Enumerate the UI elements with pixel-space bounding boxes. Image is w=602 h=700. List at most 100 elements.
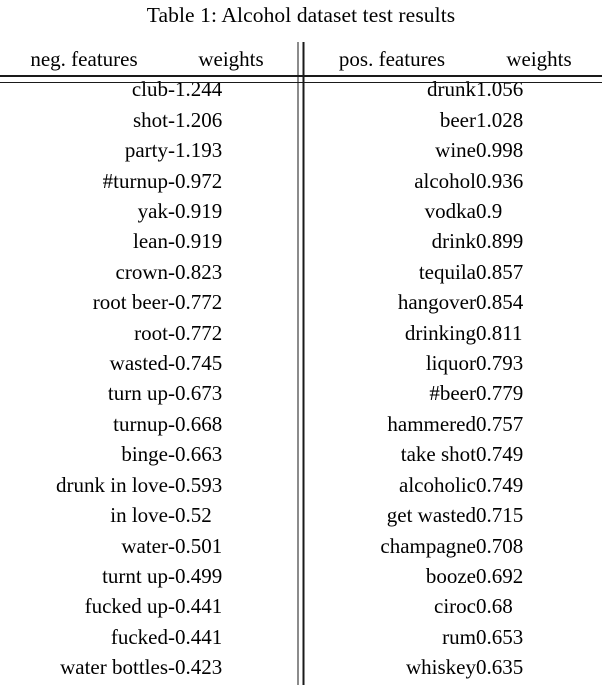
cell-pos-weight: 0.998 bbox=[476, 138, 524, 163]
cell-column-separator bbox=[294, 194, 308, 229]
cell-neg-feature: water bottles bbox=[60, 655, 168, 680]
cell-neg-feature: drunk in love bbox=[56, 472, 168, 497]
cell-column-separator bbox=[294, 406, 308, 442]
cell-neg-feature: turnt up bbox=[102, 563, 168, 588]
cell-neg-weight: -0.499 bbox=[168, 563, 223, 588]
table-row: water bottles -0.423 whiskey 0.635 bbox=[0, 650, 602, 685]
cell-column-separator bbox=[294, 498, 308, 533]
cell-pos-feature: hammered bbox=[387, 411, 476, 436]
double-vertical-rule-icon bbox=[297, 163, 305, 199]
column-header-pos-features: pos. features bbox=[338, 47, 446, 71]
cell-neg-feature: fucked up bbox=[84, 594, 168, 619]
column-header-pos-weights: weights bbox=[506, 47, 572, 71]
table-figure-page: Table 1: Alcohol dataset test results ne… bbox=[0, 0, 602, 700]
double-vertical-rule-icon bbox=[297, 619, 305, 655]
double-vertical-rule-icon bbox=[297, 437, 305, 472]
double-vertical-rule-icon bbox=[297, 498, 305, 533]
double-vertical-rule-icon bbox=[297, 467, 305, 503]
table-row: wasted -0.745 liquor 0.793 bbox=[0, 346, 602, 381]
double-vertical-rule-icon bbox=[297, 346, 305, 381]
cell-pos-weight: 0.749 bbox=[476, 472, 524, 497]
cell-pos-weight: 1.056 bbox=[476, 77, 524, 102]
cell-column-separator bbox=[294, 376, 308, 411]
double-vertical-rule-icon bbox=[297, 528, 305, 563]
cell-pos-feature: beer bbox=[439, 107, 476, 132]
cell-neg-weight: -1.193 bbox=[168, 138, 223, 163]
cell-pos-feature: tequila bbox=[418, 259, 476, 284]
column-header-neg-weights: weights bbox=[198, 47, 264, 71]
cell-neg-weight: -0.423 bbox=[168, 655, 223, 680]
header-rule-top bbox=[0, 75, 602, 77]
cell-neg-feature: party bbox=[124, 138, 168, 163]
cell-pos-weight: 0.811 bbox=[476, 320, 523, 345]
table-row: crown -0.823 tequila 0.857 bbox=[0, 254, 602, 290]
cell-neg-feature: turn up bbox=[107, 381, 168, 406]
table-row: water -0.501 champagne 0.708 bbox=[0, 528, 602, 563]
table-row: party -1.193 wine 0.998 bbox=[0, 133, 602, 168]
cell-pos-feature: booze bbox=[425, 563, 476, 588]
results-table: neg. features weights pos. features weig… bbox=[0, 42, 602, 685]
cell-neg-feature: root bbox=[134, 320, 168, 345]
table-header: neg. features weights pos. features weig… bbox=[0, 42, 602, 77]
cell-column-separator bbox=[294, 437, 308, 472]
double-vertical-rule-icon bbox=[297, 558, 305, 594]
table-row: lean -0.919 drink 0.899 bbox=[0, 224, 602, 259]
table-row: fucked -0.441 rum 0.653 bbox=[0, 619, 602, 655]
cell-neg-feature: in love bbox=[110, 503, 168, 528]
cell-pos-feature: drinking bbox=[404, 320, 476, 345]
cell-pos-weight: 0.936 bbox=[476, 168, 524, 193]
cell-pos-feature: hangover bbox=[397, 290, 476, 315]
cell-column-separator bbox=[294, 285, 308, 320]
cell-pos-weight: 0.857 bbox=[476, 259, 524, 284]
cell-neg-feature: #turnup bbox=[102, 168, 168, 193]
cell-column-separator bbox=[294, 528, 308, 563]
cell-column-separator bbox=[294, 558, 308, 594]
cell-neg-weight: -1.206 bbox=[168, 107, 223, 132]
cell-pos-feature: take shot bbox=[400, 442, 476, 467]
cell-neg-feature: root beer bbox=[92, 290, 168, 315]
cell-pos-feature: vodka bbox=[424, 199, 476, 224]
double-vertical-rule-icon bbox=[297, 224, 305, 259]
double-vertical-rule-icon bbox=[297, 194, 305, 229]
column-header-neg-features: neg. features bbox=[30, 47, 138, 71]
cell-neg-feature: shot bbox=[132, 107, 168, 132]
cell-pos-weight: 0.793 bbox=[476, 351, 524, 376]
cell-neg-weight: -0.919 bbox=[168, 199, 223, 224]
cell-pos-weight: 0.757 bbox=[476, 411, 524, 436]
cell-pos-weight: 0.68 bbox=[476, 594, 513, 619]
cell-column-separator bbox=[294, 346, 308, 381]
cell-neg-feature: turnup bbox=[113, 411, 168, 436]
cell-neg-weight: -0.441 bbox=[168, 624, 223, 649]
cell-pos-weight: 1.028 bbox=[476, 107, 524, 132]
column-separator-header bbox=[294, 42, 308, 77]
double-vertical-rule-icon bbox=[297, 285, 305, 320]
table-row: #turnup -0.972 alcohol 0.936 bbox=[0, 163, 602, 199]
results-table-container: neg. features weights pos. features weig… bbox=[0, 42, 602, 685]
cell-neg-feature: crown bbox=[115, 259, 168, 284]
cell-column-separator bbox=[294, 315, 308, 351]
cell-neg-weight: -0.745 bbox=[168, 351, 223, 376]
cell-neg-weight: -0.52 bbox=[168, 503, 212, 528]
cell-neg-weight: -0.668 bbox=[168, 411, 223, 436]
cell-pos-feature: get wasted bbox=[386, 503, 476, 528]
cell-column-separator bbox=[294, 619, 308, 655]
cell-neg-feature: wasted bbox=[109, 351, 168, 376]
cell-neg-weight: -1.244 bbox=[168, 77, 223, 102]
table-row: root beer -0.772 hangover 0.854 bbox=[0, 285, 602, 320]
cell-pos-feature: ciroc bbox=[434, 594, 476, 619]
cell-column-separator bbox=[294, 163, 308, 199]
double-vertical-rule-icon bbox=[297, 102, 305, 138]
cell-neg-weight: -0.919 bbox=[168, 229, 223, 254]
cell-pos-feature: wine bbox=[435, 138, 476, 163]
cell-pos-feature: drink bbox=[431, 229, 476, 254]
table-body: club -1.244 drunk 1.056 shot -1.206 beer 1.028 p… bbox=[0, 72, 602, 685]
cell-neg-weight: -0.663 bbox=[168, 442, 223, 467]
cell-pos-feature: drunk bbox=[427, 77, 476, 102]
cell-pos-weight: 0.653 bbox=[476, 624, 524, 649]
table-row: club -1.244 drunk 1.056 bbox=[0, 72, 602, 107]
table-row: turnt up -0.499 booze 0.692 bbox=[0, 558, 602, 594]
table-row: shot -1.206 beer 1.028 bbox=[0, 102, 602, 138]
cell-neg-weight: -0.772 bbox=[168, 320, 223, 345]
cell-pos-weight: 0.749 bbox=[476, 442, 524, 467]
double-vertical-rule-icon bbox=[297, 589, 305, 624]
